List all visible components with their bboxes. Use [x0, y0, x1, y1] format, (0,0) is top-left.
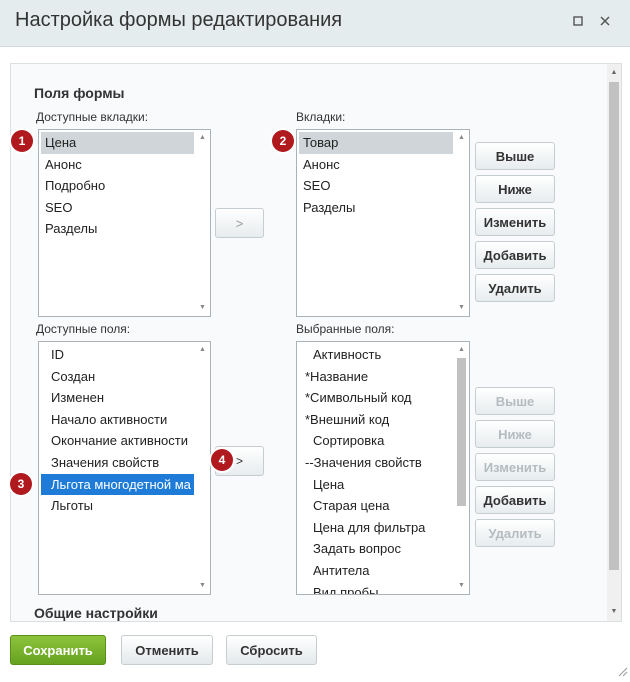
list-item[interactable]: *Название: [299, 366, 453, 388]
list-item[interactable]: Разделы: [299, 197, 453, 219]
scroll-up-icon[interactable]: ▲: [454, 132, 469, 144]
scroll-down-icon[interactable]: ▼: [195, 580, 210, 592]
list-item[interactable]: Активность: [299, 344, 453, 366]
tab-edit-button[interactable]: Изменить: [475, 208, 555, 236]
settings-panel: Поля формы Доступные вкладки: Цена Анонс П…: [10, 63, 622, 622]
selected-fields-scroll-thumb[interactable]: [457, 358, 466, 506]
field-up-button[interactable]: Выше: [475, 387, 555, 415]
scroll-up-icon[interactable]: ▲: [195, 344, 210, 356]
close-icon[interactable]: [597, 14, 613, 30]
step-badge-1: 1: [11, 130, 33, 152]
list-item[interactable]: *Внешний код: [299, 409, 453, 431]
maximize-icon[interactable]: [570, 14, 586, 30]
available-fields-list[interactable]: ID Создан Изменен Начало активности Окончани…: [38, 341, 211, 595]
list-item[interactable]: Задать вопрос: [299, 538, 453, 560]
list-item[interactable]: Разделы: [41, 218, 194, 240]
list-item[interactable]: SEO: [41, 197, 194, 219]
resize-grip-icon[interactable]: [618, 664, 628, 677]
step-badge-2: 2: [272, 130, 294, 152]
list-item[interactable]: Вид пробы: [299, 582, 453, 594]
list-item[interactable]: Начало активности: [41, 409, 194, 431]
step-badge-3: 3: [10, 473, 32, 495]
list-item[interactable]: SEO: [299, 175, 453, 197]
general-settings-title: Общие настройки: [34, 605, 158, 621]
form-fields-title: Поля формы: [34, 85, 125, 101]
list-item[interactable]: Изменен: [41, 387, 194, 409]
available-tabs-scrollbar[interactable]: ▲ ▼: [195, 130, 210, 316]
step-badge-4: 4: [211, 449, 233, 471]
available-tabs-label: Доступные вкладки:: [36, 110, 149, 124]
available-tabs-list[interactable]: Цена Анонс Подробно SEO Разделы ▲ ▼: [38, 129, 211, 317]
selected-fields-label: Выбранные поля:: [296, 322, 395, 336]
scroll-up-icon[interactable]: ▲: [454, 344, 469, 356]
list-item[interactable]: --Значения свойств: [299, 452, 453, 474]
list-item[interactable]: Сортировка: [299, 430, 453, 452]
list-item[interactable]: Значения свойств: [41, 452, 194, 474]
scroll-up-icon[interactable]: ▲: [195, 132, 210, 144]
list-item[interactable]: Льготы: [41, 495, 194, 517]
scroll-up-icon[interactable]: ▲: [607, 67, 621, 79]
tabs-scrollbar[interactable]: ▲ ▼: [454, 130, 469, 316]
list-item[interactable]: Анонс: [41, 154, 194, 176]
list-item[interactable]: Товар: [299, 132, 453, 154]
reset-button[interactable]: Сбросить: [226, 635, 317, 665]
list-item[interactable]: Анонс: [299, 154, 453, 176]
available-fields-scrollbar[interactable]: ▲ ▼: [195, 342, 210, 594]
selected-fields-scrollbar[interactable]: ▲ ▼: [454, 342, 469, 594]
list-item[interactable]: ID: [41, 344, 194, 366]
field-delete-button[interactable]: Удалить: [475, 519, 555, 547]
list-item[interactable]: *Символьный код: [299, 387, 453, 409]
available-fields-label: Доступные поля:: [36, 322, 131, 336]
tab-delete-button[interactable]: Удалить: [475, 274, 555, 302]
selected-fields-list[interactable]: Активность *Название *Символьный код *Внешн…: [296, 341, 470, 595]
field-add-button[interactable]: Добавить: [475, 486, 555, 514]
list-item[interactable]: Окончание активности: [41, 430, 194, 452]
scroll-down-icon[interactable]: ▼: [195, 302, 210, 314]
scroll-down-icon[interactable]: ▼: [607, 606, 621, 618]
title-bar: Настройка формы редактирования: [0, 0, 630, 47]
scroll-down-icon[interactable]: ▼: [454, 302, 469, 314]
list-item[interactable]: Старая цена: [299, 495, 453, 517]
move-tab-button[interactable]: >: [215, 208, 264, 238]
field-edit-button[interactable]: Изменить: [475, 453, 555, 481]
window-title: Настройка формы редактирования: [15, 9, 343, 31]
list-item[interactable]: Цена: [299, 474, 453, 496]
list-item[interactable]: Цена для фильтра: [299, 517, 453, 539]
tabs-list[interactable]: Товар Анонс SEO Разделы ▲ ▼: [296, 129, 470, 317]
tab-add-button[interactable]: Добавить: [475, 241, 555, 269]
cancel-button[interactable]: Отменить: [121, 635, 213, 665]
scroll-down-icon[interactable]: ▼: [454, 580, 469, 592]
save-button[interactable]: Сохранить: [10, 635, 106, 665]
list-item[interactable]: Создан: [41, 366, 194, 388]
panel-scroll-thumb[interactable]: [609, 82, 619, 570]
list-item[interactable]: Льгота многодетной ма: [41, 473, 194, 496]
tabs-label: Вкладки:: [296, 110, 346, 124]
list-item[interactable]: Цена: [41, 132, 194, 154]
field-down-button[interactable]: Ниже: [475, 420, 555, 448]
list-item[interactable]: Подробно: [41, 175, 194, 197]
tab-up-button[interactable]: Выше: [475, 142, 555, 170]
list-item[interactable]: Антитела: [299, 560, 453, 582]
tab-down-button[interactable]: Ниже: [475, 175, 555, 203]
panel-scrollbar[interactable]: ▲ ▼: [607, 64, 621, 621]
